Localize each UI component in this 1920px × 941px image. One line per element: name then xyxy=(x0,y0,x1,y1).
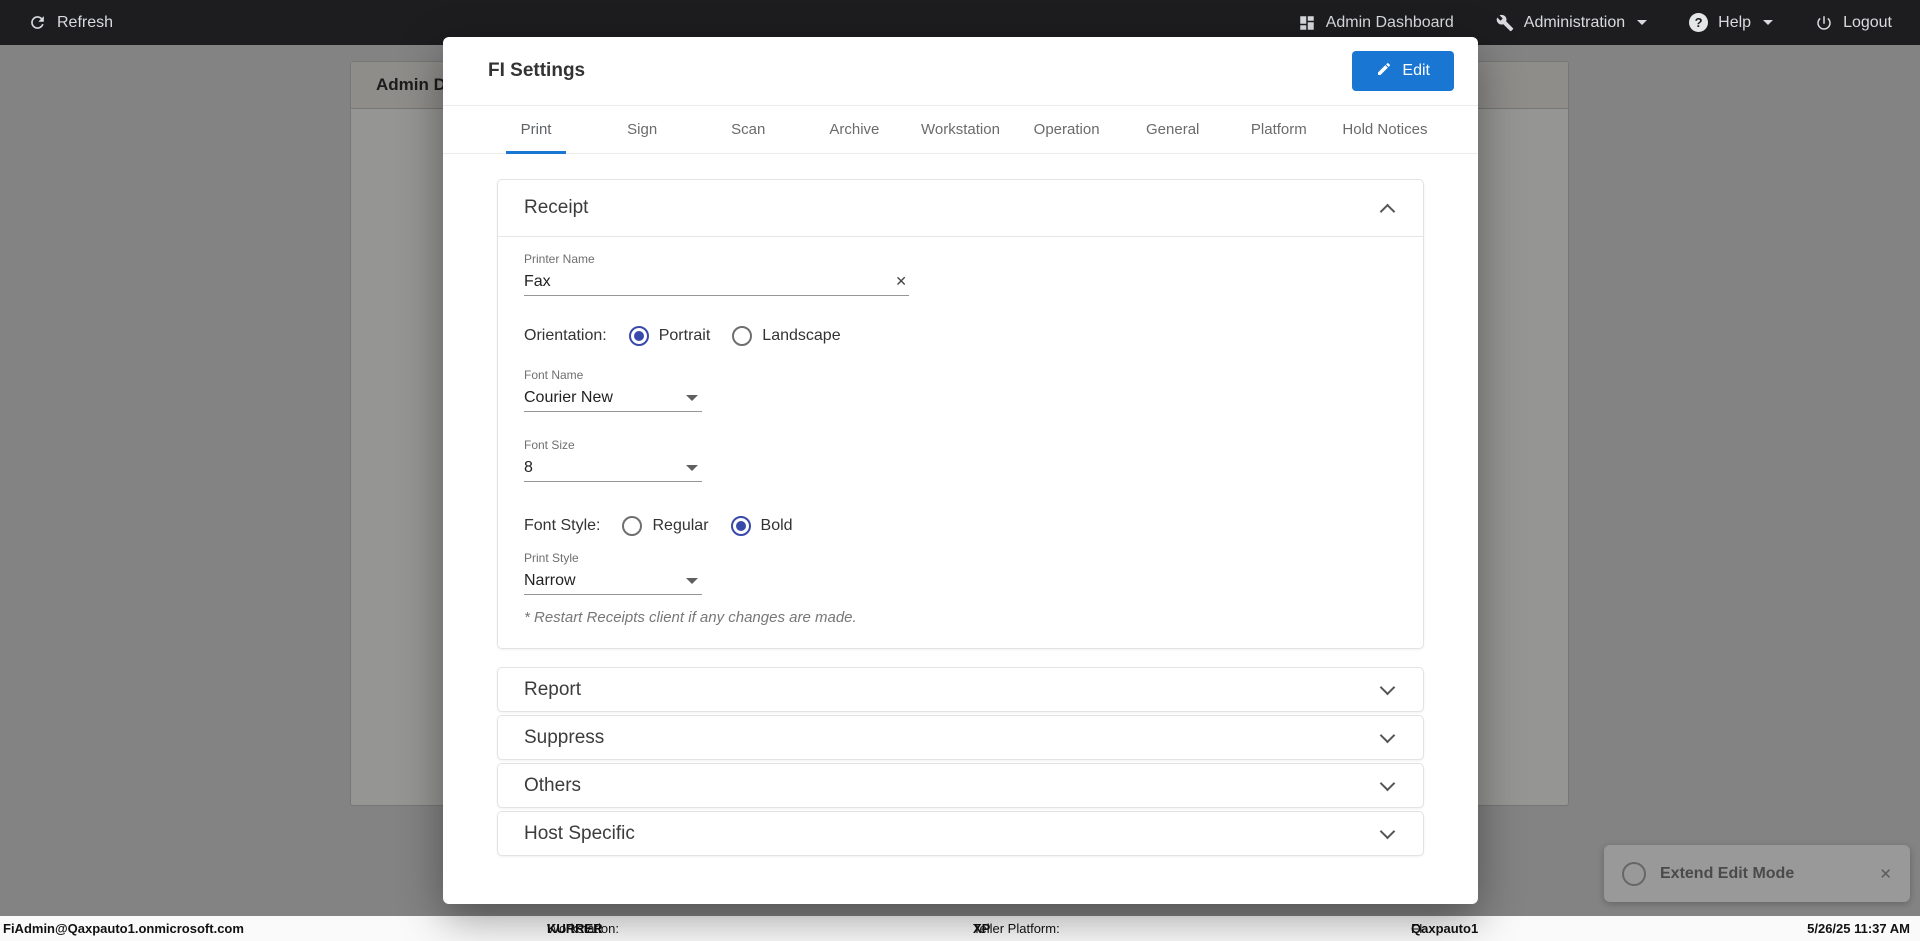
receipt-note: * Restart Receipts client if any changes… xyxy=(524,609,857,626)
logout-label: Logout xyxy=(1843,13,1892,31)
others-section-header[interactable]: Others xyxy=(497,763,1424,808)
radio-unselected-icon xyxy=(732,326,753,346)
orientation-portrait-label: Portrait xyxy=(658,327,711,344)
tab-archive[interactable]: Archive xyxy=(801,106,907,153)
tab-operation[interactable]: Operation xyxy=(1014,106,1120,153)
font-name-select[interactable]: Courier New xyxy=(524,388,702,412)
receipt-section-body: Printer Name Fax ✕ Orientation: Portrait xyxy=(498,236,1423,648)
chevron-down-icon xyxy=(1379,823,1396,839)
orientation-option-landscape[interactable]: Landscape xyxy=(732,326,841,346)
tab-scan[interactable]: Scan xyxy=(695,106,801,153)
report-section-title: Report xyxy=(524,678,582,700)
host-specific-section-title: Host Specific xyxy=(524,822,635,844)
fi-settings-modal: FI Settings Edit Print Sign Scan Archive… xyxy=(443,37,1478,904)
help-icon: ? xyxy=(1689,13,1709,32)
font-style-option-regular[interactable]: Regular xyxy=(622,516,709,536)
chevron-down-icon xyxy=(1763,20,1774,25)
tab-workstation[interactable]: Workstation xyxy=(907,106,1013,153)
dropdown-arrow-icon xyxy=(686,395,698,401)
statusbar-user: FiAdmin@Qaxpauto1.onmicrosoft.com xyxy=(3,921,244,936)
orientation-landscape-label: Landscape xyxy=(762,327,841,344)
administration-menu[interactable]: Administration xyxy=(1496,13,1648,32)
pencil-icon xyxy=(1376,61,1392,82)
dashboard-icon xyxy=(1298,14,1316,32)
suppress-section-header[interactable]: Suppress xyxy=(497,715,1424,760)
clear-icon[interactable]: ✕ xyxy=(895,272,907,291)
tab-sign[interactable]: Sign xyxy=(589,106,695,153)
refresh-icon xyxy=(28,13,47,32)
font-style-bold-label: Bold xyxy=(760,517,793,534)
font-size-select[interactable]: 8 xyxy=(524,458,702,482)
dropdown-arrow-icon xyxy=(686,578,698,584)
orientation-option-portrait[interactable]: Portrait xyxy=(628,326,711,346)
logout-button[interactable]: Logout xyxy=(1815,14,1892,32)
administration-label: Administration xyxy=(1523,13,1626,31)
font-name-label: Font Name xyxy=(524,368,584,382)
admin-dashboard-button[interactable]: Admin Dashboard xyxy=(1298,14,1454,32)
radio-selected-icon xyxy=(730,516,751,536)
tab-hold-notices[interactable]: Hold Notices xyxy=(1332,106,1438,153)
print-style-value: Narrow xyxy=(524,572,576,589)
admin-dashboard-label: Admin Dashboard xyxy=(1325,13,1454,31)
power-icon xyxy=(1815,14,1833,32)
font-style-radio-group: Font Style: Regular Bold xyxy=(524,516,1397,536)
report-section-header[interactable]: Report xyxy=(497,667,1424,712)
screen: Refresh Admin Dashboard Administration ?… xyxy=(0,0,1920,941)
chevron-down-icon xyxy=(1379,727,1396,743)
others-section-title: Others xyxy=(524,774,582,796)
suppress-section-title: Suppress xyxy=(524,726,605,748)
print-style-label: Print Style xyxy=(524,551,579,565)
workstation-value: KURRER xyxy=(547,921,603,936)
statusbar: FiAdmin@Qaxpauto1.onmicrosoft.com Workst… xyxy=(0,916,1920,941)
chevron-up-icon xyxy=(1379,203,1396,219)
edit-button-label: Edit xyxy=(1402,62,1430,79)
modal-title: FI Settings xyxy=(488,60,586,81)
chevron-down-icon xyxy=(1379,775,1396,791)
modal-content: Receipt Printer Name Fax ✕ Orientation: … xyxy=(443,154,1478,856)
font-size-label: Font Size xyxy=(524,438,575,452)
fi-value: Qaxpauto1 xyxy=(1411,921,1479,936)
tab-platform[interactable]: Platform xyxy=(1226,106,1332,153)
printer-name-value: Fax xyxy=(524,273,551,290)
refresh-label: Refresh xyxy=(57,13,114,31)
edit-button[interactable]: Edit xyxy=(1352,51,1454,91)
tab-print[interactable]: Print xyxy=(483,106,589,154)
modal-header: FI Settings Edit xyxy=(443,37,1478,105)
wrench-icon xyxy=(1496,14,1514,32)
teller-platform-value: XP xyxy=(973,921,991,936)
dropdown-arrow-icon xyxy=(686,465,698,471)
font-style-option-bold[interactable]: Bold xyxy=(730,516,793,536)
chevron-down-icon xyxy=(1637,20,1648,25)
font-name-value: Courier New xyxy=(524,389,613,406)
receipt-section-title: Receipt xyxy=(524,197,589,218)
font-style-label: Font Style: xyxy=(524,517,601,534)
print-style-select[interactable]: Narrow xyxy=(524,571,702,595)
receipt-section-header[interactable]: Receipt xyxy=(498,180,1423,236)
printer-name-input[interactable]: Fax ✕ xyxy=(524,272,909,296)
help-menu[interactable]: ? Help xyxy=(1689,13,1774,32)
font-size-value: 8 xyxy=(524,459,533,476)
receipt-section: Receipt Printer Name Fax ✕ Orientation: … xyxy=(497,179,1424,649)
font-style-regular-label: Regular xyxy=(652,517,709,534)
printer-name-label: Printer Name xyxy=(524,252,595,266)
help-label: Help xyxy=(1718,13,1752,31)
refresh-button[interactable]: Refresh xyxy=(28,13,113,32)
radio-unselected-icon xyxy=(622,516,643,536)
orientation-radio-group: Orientation: Portrait Landscape xyxy=(524,326,1397,346)
orientation-label: Orientation: xyxy=(524,327,607,344)
tab-bar: Print Sign Scan Archive Workstation Oper… xyxy=(443,105,1478,154)
topbar-left: Refresh xyxy=(28,13,113,32)
host-specific-section-header[interactable]: Host Specific xyxy=(497,811,1424,856)
statusbar-datetime: 5/26/25 11:37 AM xyxy=(1807,921,1910,936)
topbar-right: Admin Dashboard Administration ? Help Lo… xyxy=(1298,13,1892,32)
chevron-down-icon xyxy=(1379,679,1396,695)
tab-general[interactable]: General xyxy=(1120,106,1226,153)
radio-selected-icon xyxy=(628,326,649,346)
